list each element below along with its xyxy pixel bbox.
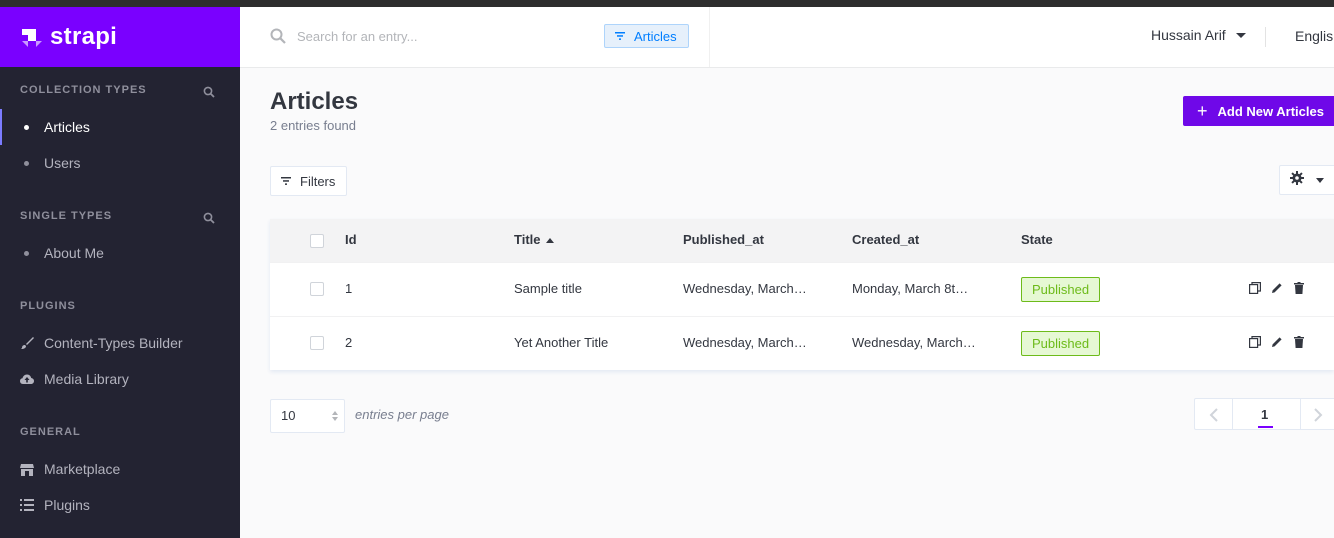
cell-title: Yet Another Title: [514, 335, 609, 350]
window-top-strip: [0, 0, 1334, 7]
sidebar-item-plugins[interactable]: Plugins: [0, 487, 240, 523]
sidebar-item-articles[interactable]: Articles: [0, 109, 240, 145]
search-filter-chip[interactable]: Articles: [604, 24, 689, 48]
filter-icon: [281, 177, 291, 185]
table-row[interactable]: 2 Yet Another Title Wednesday, March… We…: [270, 316, 1334, 370]
delete-trash-icon[interactable]: [1293, 282, 1305, 294]
cell-created-at: Monday, March 8t…: [852, 281, 969, 296]
chevron-right-icon[interactable]: [1313, 408, 1323, 422]
bullet-icon: [24, 124, 29, 130]
strapi-logo-icon: [20, 27, 42, 47]
bullet-icon: [24, 250, 29, 256]
sidebar-item-users[interactable]: Users: [0, 145, 240, 181]
sidebar-item-label: Content-Types Builder: [44, 335, 183, 351]
search-filter-chip-label: Articles: [634, 28, 677, 44]
current-page-indicator: [1258, 426, 1273, 428]
duplicate-icon[interactable]: [1249, 282, 1261, 294]
brand-header[interactable]: strapi: [0, 7, 240, 67]
add-new-articles-button[interactable]: + Add New Articles: [1183, 96, 1334, 126]
select-arrows-icon: [332, 411, 338, 421]
bullet-icon: [24, 160, 29, 166]
section-heading-collection-types: COLLECTION TYPES: [20, 84, 147, 96]
header-divider: [709, 7, 710, 67]
cell-created-at: Wednesday, March…: [852, 335, 976, 350]
sidebar-item-label: Articles: [44, 119, 90, 135]
row-checkbox[interactable]: [310, 282, 324, 296]
row-checkbox[interactable]: [310, 336, 324, 350]
section-heading-single-types: SINGLE TYPES: [20, 210, 113, 222]
list-icon: [20, 498, 34, 512]
cell-published-at: Wednesday, March…: [683, 335, 807, 350]
gear-icon: [1290, 170, 1304, 190]
chevron-left-icon[interactable]: [1209, 408, 1219, 422]
pagination-divider: [1300, 399, 1301, 429]
select-all-checkbox[interactable]: [310, 234, 324, 248]
delete-trash-icon[interactable]: [1293, 336, 1305, 348]
per-page-value: 10: [281, 408, 296, 423]
header-divider: [1265, 27, 1266, 47]
sidebar-item-label: About Me: [44, 245, 104, 261]
cloud-upload-icon: [20, 372, 34, 386]
section-heading-plugins: PLUGINS: [20, 300, 76, 312]
search-input[interactable]: [297, 25, 597, 47]
entries-per-page-select[interactable]: 10: [270, 399, 345, 433]
pagination-divider: [1232, 399, 1233, 429]
list-settings-button[interactable]: [1279, 165, 1334, 195]
sidebar-item-label: Marketplace: [44, 461, 121, 477]
table-header: Id Title Published_at Created_at State: [270, 219, 1334, 262]
shop-icon: [20, 462, 34, 476]
sidebar-item-label: Media Library: [44, 371, 129, 387]
language-selector[interactable]: English: [1295, 28, 1334, 44]
status-badge: Published: [1021, 277, 1101, 302]
add-new-articles-label: Add New Articles: [1217, 103, 1324, 119]
cell-published-at: Wednesday, March…: [683, 281, 807, 296]
cell-title: Sample title: [514, 281, 582, 296]
sidebar-item-media-library[interactable]: Media Library: [0, 361, 240, 397]
row-actions: [1249, 336, 1315, 348]
search-icon[interactable]: [203, 211, 215, 224]
page-title: Articles: [270, 88, 359, 115]
sidebar-item-content-types-builder[interactable]: Content-Types Builder: [0, 325, 240, 361]
sidebar: strapi COLLECTION TYPES Articles Users S…: [0, 7, 240, 538]
section-heading-general: GENERAL: [20, 426, 81, 438]
edit-pencil-icon[interactable]: [1271, 282, 1283, 294]
pagination: 1: [1194, 398, 1334, 430]
sidebar-item-label: Users: [44, 155, 81, 171]
column-header-state[interactable]: State: [1021, 232, 1053, 247]
plus-icon: +: [1197, 101, 1208, 121]
entries-count: 2 entries found: [270, 118, 357, 133]
sort-ascending-icon: [545, 238, 554, 244]
chevron-down-icon: [1316, 177, 1324, 183]
filters-label: Filters: [300, 173, 336, 189]
entries-per-page-label: entries per page: [355, 407, 449, 422]
chevron-down-icon: [1235, 32, 1246, 38]
edit-pencil-icon[interactable]: [1271, 336, 1283, 348]
current-page-button[interactable]: 1: [1261, 407, 1268, 422]
user-name: Hussain Arif: [1151, 27, 1226, 43]
search-icon[interactable]: [203, 85, 215, 98]
duplicate-icon[interactable]: [1249, 336, 1261, 348]
entries-table: Id Title Published_at Created_at State 1…: [270, 219, 1334, 370]
row-actions: [1249, 282, 1315, 294]
sidebar-item-marketplace[interactable]: Marketplace: [0, 451, 240, 487]
sidebar-item-about-me[interactable]: About Me: [0, 235, 240, 271]
sidebar-item-label: Plugins: [44, 497, 90, 513]
column-header-title[interactable]: Title: [514, 232, 554, 247]
column-header-id[interactable]: Id: [345, 232, 357, 247]
column-header-created-at[interactable]: Created_at: [852, 232, 919, 247]
column-header-published-at[interactable]: Published_at: [683, 232, 764, 247]
filters-button[interactable]: Filters: [270, 166, 347, 196]
search-icon: [270, 28, 286, 44]
status-badge: Published: [1021, 331, 1101, 356]
top-header: Articles Hussain Arif English: [240, 7, 1334, 68]
user-menu[interactable]: Hussain Arif: [1151, 27, 1246, 43]
filter-icon: [615, 32, 625, 40]
brand-name: strapi: [50, 23, 118, 50]
cell-id: 2: [345, 335, 353, 350]
paintbrush-icon: [20, 336, 34, 350]
column-header-title-label: Title: [514, 232, 541, 247]
table-row[interactable]: 1 Sample title Wednesday, March… Monday,…: [270, 262, 1334, 316]
cell-id: 1: [345, 281, 353, 296]
